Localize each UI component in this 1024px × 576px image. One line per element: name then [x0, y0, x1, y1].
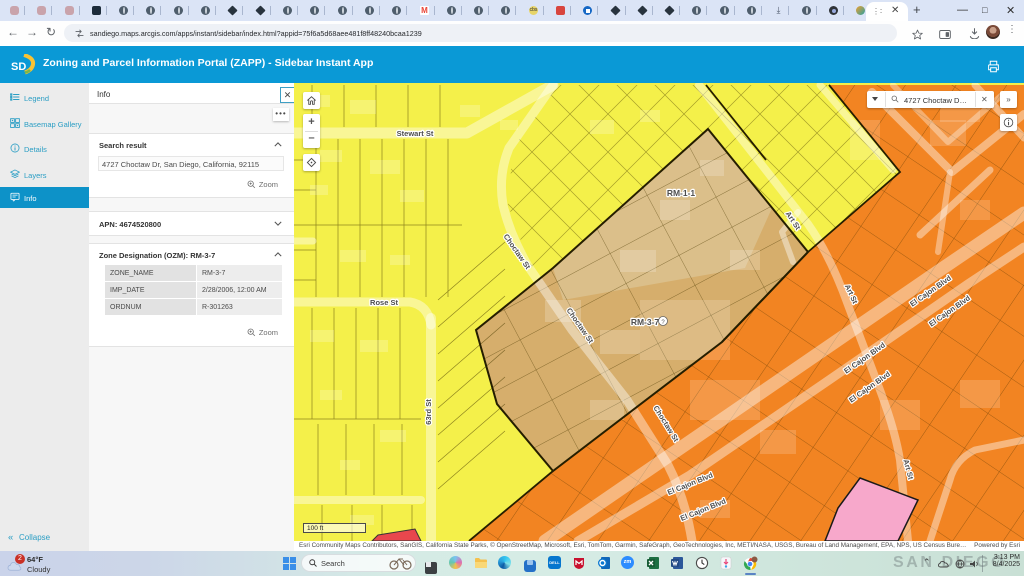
svg-text:RM-1-1: RM-1-1: [667, 188, 696, 198]
svg-text:Stewart St: Stewart St: [397, 129, 434, 138]
svg-text:Rose St: Rose St: [370, 298, 398, 307]
svg-text:RM-3-7: RM-3-7: [631, 317, 660, 327]
svg-text:63rd St: 63rd St: [424, 399, 433, 425]
